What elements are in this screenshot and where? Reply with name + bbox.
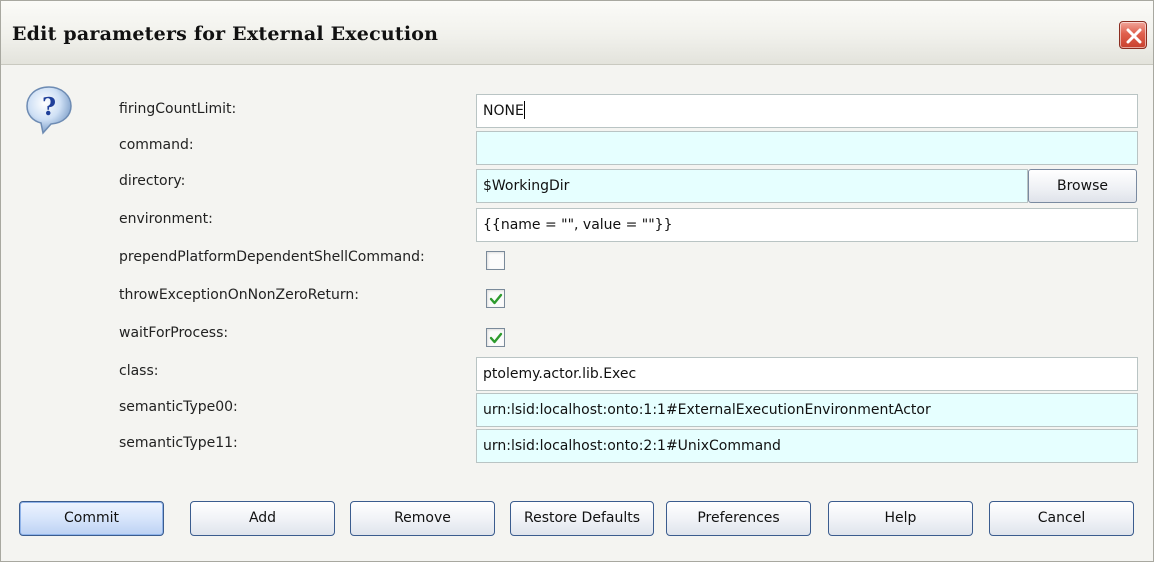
class-input[interactable]: ptolemy.actor.lib.Exec (476, 357, 1138, 391)
label-throw-exception-on-non-zero-return: throwExceptionOnNonZeroReturn: (119, 287, 359, 303)
label-firing-count-limit: firingCountLimit: (119, 101, 237, 117)
restore-defaults-button[interactable]: Restore Defaults (510, 501, 654, 536)
throw-exception-on-non-zero-return-checkbox[interactable] (486, 289, 505, 308)
label-directory: directory: (119, 173, 186, 189)
add-button[interactable]: Add (190, 501, 335, 536)
cancel-button[interactable]: Cancel (989, 501, 1134, 536)
label-semantic-type-11: semanticType11: (119, 435, 238, 451)
remove-button[interactable]: Remove (350, 501, 495, 536)
checkmark-icon (489, 332, 503, 344)
label-class: class: (119, 363, 159, 379)
label-environment: environment: (119, 211, 213, 227)
commit-button[interactable]: Commit (19, 501, 164, 536)
wait-for-process-checkbox[interactable] (486, 328, 505, 347)
close-x-icon (1126, 28, 1142, 44)
title-bar[interactable]: Edit parameters for External Execution (1, 1, 1153, 65)
semantic-type-11-input[interactable]: urn:lsid:localhost:onto:2:1#UnixCommand (476, 429, 1138, 463)
preferences-button[interactable]: Preferences (666, 501, 811, 536)
environment-input[interactable]: {{name = "", value = ""}} (476, 208, 1138, 242)
firing-count-limit-value: NONE (483, 103, 524, 119)
text-caret (523, 101, 525, 119)
close-button[interactable] (1119, 21, 1147, 49)
label-command: command: (119, 137, 194, 153)
browse-button[interactable]: Browse (1028, 169, 1137, 203)
command-input[interactable] (476, 131, 1138, 165)
help-button[interactable]: Help (828, 501, 973, 536)
directory-input[interactable]: $WorkingDir (476, 169, 1028, 203)
dialog-window: Edit parameters for External Execution ?… (0, 0, 1154, 562)
label-prepend-platform-dependent-shell-command: prependPlatformDependentShellCommand: (119, 249, 425, 265)
prepend-platform-dependent-shell-command-checkbox[interactable] (486, 251, 505, 270)
checkmark-icon (489, 293, 503, 305)
semantic-type-00-input[interactable]: urn:lsid:localhost:onto:1:1#ExternalExec… (476, 393, 1138, 427)
label-wait-for-process: waitForProcess: (119, 325, 229, 341)
firing-count-limit-input[interactable]: NONE (476, 94, 1138, 128)
label-semantic-type-00: semanticType00: (119, 399, 238, 415)
svg-text:?: ? (42, 92, 56, 121)
dialog-title: Edit parameters for External Execution (12, 23, 439, 45)
question-mark-icon: ? (26, 86, 72, 135)
